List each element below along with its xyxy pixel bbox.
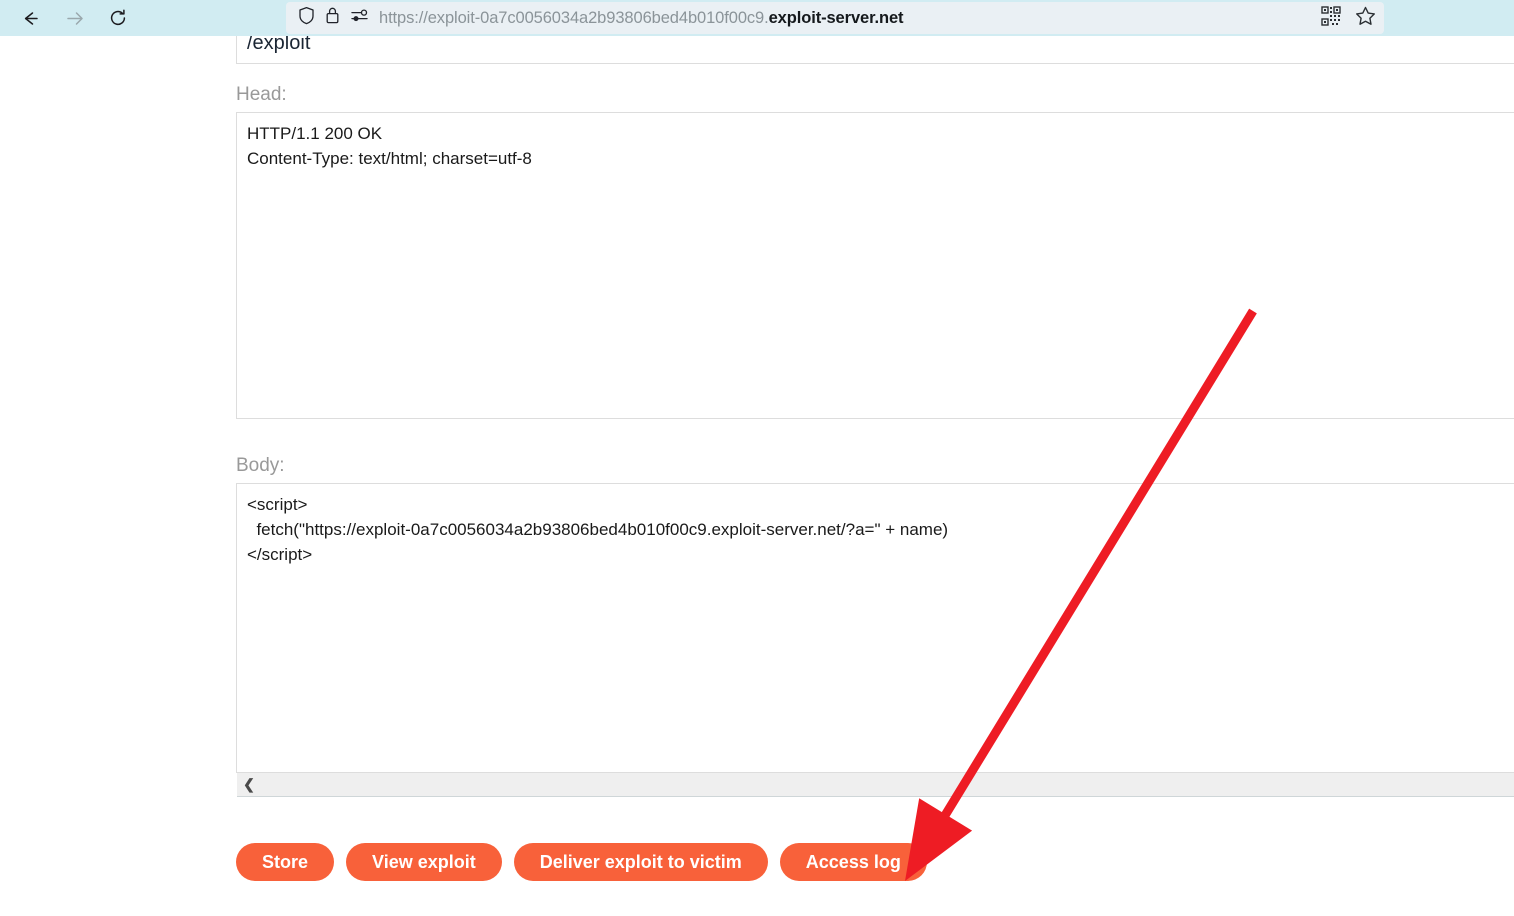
forward-button[interactable] <box>52 3 96 33</box>
back-arrow-icon <box>21 9 40 28</box>
url-prefix: https://exploit-0a7c0056034a2b93806bed4b… <box>379 8 769 27</box>
head-label: Head: <box>236 84 287 105</box>
access-log-button[interactable]: Access log <box>779 843 927 881</box>
browser-toolbar: https://exploit-0a7c0056034a2b93806bed4b… <box>0 0 1514 36</box>
head-textarea[interactable]: HTTP/1.1 200 OK Content-Type: text/html;… <box>236 112 1514 419</box>
forward-arrow-icon <box>65 9 84 28</box>
url-text: https://exploit-0a7c0056034a2b93806bed4b… <box>379 8 904 28</box>
back-button[interactable] <box>8 3 52 33</box>
qrcode-icon[interactable] <box>1321 5 1341 31</box>
reload-icon <box>108 8 128 28</box>
action-button-row: Store View exploit Deliver exploit to vi… <box>236 843 927 881</box>
permissions-icon[interactable] <box>350 7 369 29</box>
url-host: exploit-server.net <box>768 8 904 27</box>
navigation-buttons <box>0 3 140 33</box>
lock-icon[interactable] <box>325 6 340 30</box>
store-button[interactable]: Store <box>236 843 335 881</box>
address-bar-icons <box>286 6 379 30</box>
body-textarea[interactable]: <script> fetch("https://exploit-0a7c0056… <box>236 483 1514 773</box>
url-path-input[interactable]: /exploit <box>236 36 1514 64</box>
body-label: Body: <box>236 455 285 476</box>
view-exploit-button[interactable]: View exploit <box>346 843 502 881</box>
address-bar-actions <box>1321 2 1376 34</box>
deliver-exploit-button[interactable]: Deliver exploit to victim <box>513 843 768 881</box>
star-icon[interactable] <box>1355 6 1376 31</box>
address-bar[interactable]: https://exploit-0a7c0056034a2b93806bed4b… <box>286 2 1384 34</box>
reload-button[interactable] <box>96 3 140 33</box>
scroll-left-arrow-icon[interactable]: ❮ <box>237 773 261 797</box>
page-content: /exploit Head: HTTP/1.1 200 OK Content-T… <box>0 36 1514 916</box>
body-horizontal-scrollbar[interactable]: ❮ <box>237 773 1514 797</box>
shield-icon[interactable] <box>298 6 315 30</box>
